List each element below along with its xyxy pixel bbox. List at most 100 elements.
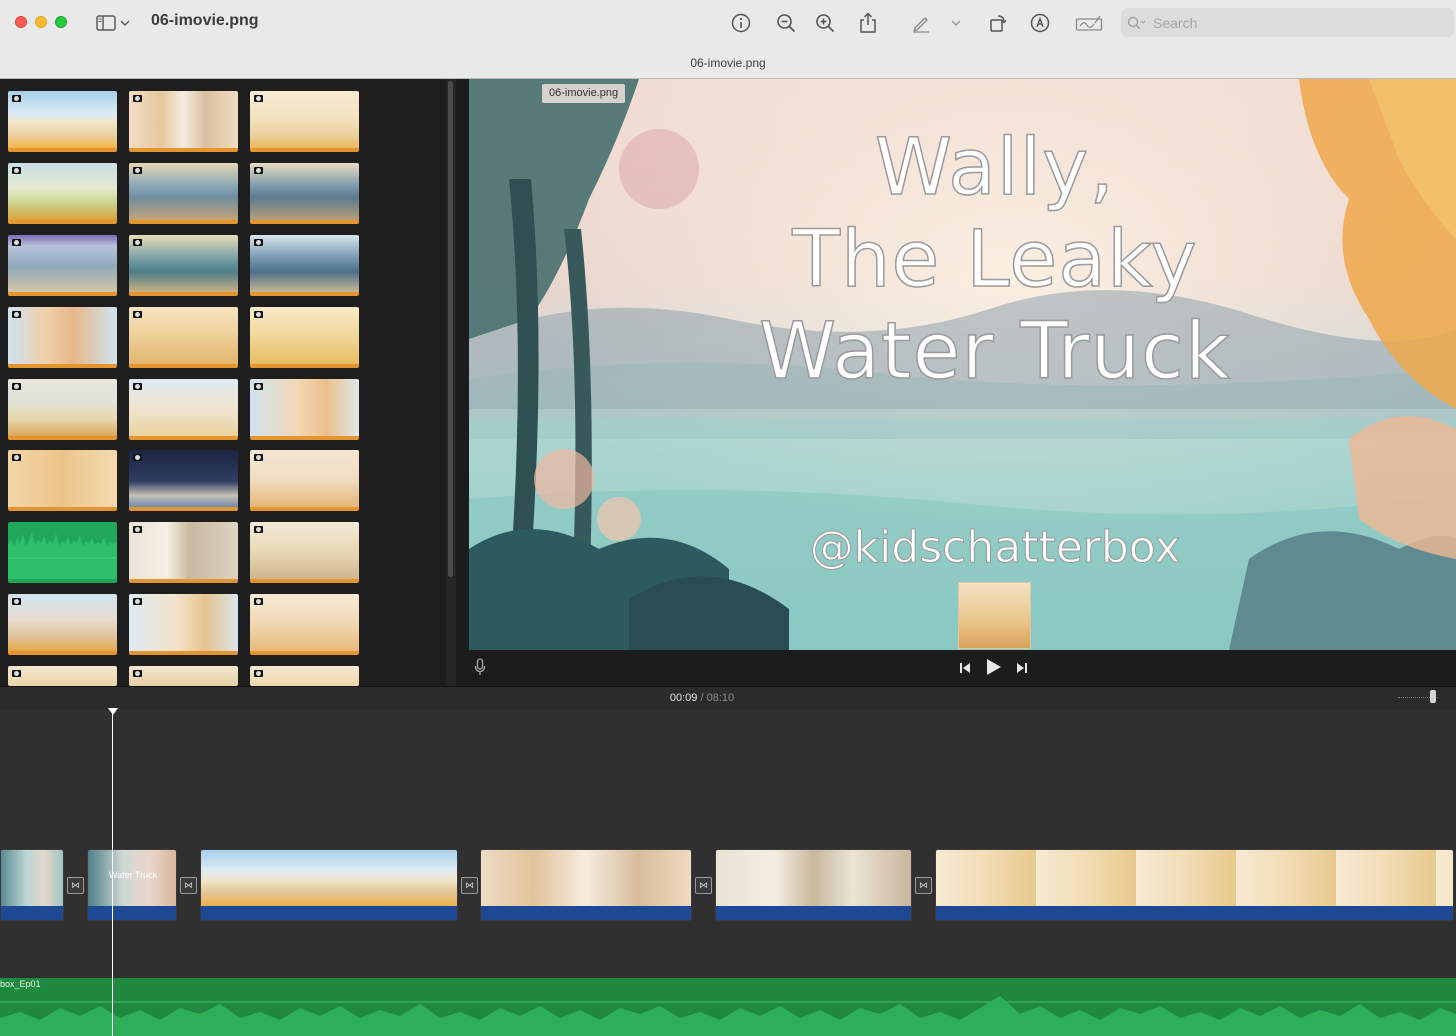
skip-back-button[interactable] bbox=[959, 661, 971, 679]
camera-icon bbox=[12, 239, 21, 246]
playhead[interactable] bbox=[112, 710, 113, 1036]
camera-icon bbox=[133, 167, 142, 174]
media-clip[interactable] bbox=[250, 594, 359, 655]
close-window-button[interactable] bbox=[15, 16, 27, 28]
media-clip[interactable] bbox=[129, 594, 238, 655]
play-button[interactable] bbox=[986, 658, 1002, 681]
play-icon bbox=[987, 659, 1001, 675]
transition-button[interactable]: ⋈ bbox=[695, 877, 712, 894]
title-line-2: The Leaky bbox=[792, 214, 1198, 306]
zoom-out-button[interactable] bbox=[773, 10, 799, 36]
media-clip[interactable] bbox=[129, 91, 238, 152]
sidebar-toggle-icon bbox=[96, 15, 116, 31]
timeline-clip[interactable] bbox=[715, 849, 912, 921]
media-clip[interactable] bbox=[8, 163, 117, 224]
markup-button[interactable] bbox=[908, 10, 934, 36]
media-clip[interactable] bbox=[8, 91, 117, 152]
media-clip[interactable] bbox=[8, 379, 117, 440]
camera-icon bbox=[254, 311, 263, 318]
media-clip[interactable] bbox=[129, 666, 238, 686]
camera-icon bbox=[133, 670, 142, 677]
camera-icon bbox=[133, 454, 142, 461]
zoom-window-button[interactable] bbox=[55, 16, 67, 28]
camera-icon bbox=[12, 383, 21, 390]
zoom-in-icon bbox=[816, 14, 835, 33]
camera-icon bbox=[254, 167, 263, 174]
zoom-in-button[interactable] bbox=[812, 10, 838, 36]
skip-forward-button[interactable] bbox=[1016, 661, 1028, 679]
media-clip[interactable] bbox=[250, 666, 359, 686]
camera-icon bbox=[133, 383, 142, 390]
info-button[interactable] bbox=[728, 10, 754, 36]
camera-icon bbox=[12, 95, 21, 102]
timeline-clip[interactable] bbox=[935, 849, 1454, 921]
zoom-out-icon bbox=[777, 14, 796, 33]
skip-forward-icon bbox=[1017, 663, 1027, 673]
media-clip[interactable] bbox=[8, 450, 117, 511]
camera-icon bbox=[254, 670, 263, 677]
browser-scrollbar-thumb[interactable] bbox=[448, 81, 453, 577]
sign-button[interactable] bbox=[1074, 10, 1104, 36]
camera-icon bbox=[12, 311, 21, 318]
media-clip[interactable] bbox=[250, 91, 359, 152]
rotate-button[interactable] bbox=[985, 10, 1011, 36]
voiceover-button[interactable] bbox=[474, 658, 486, 681]
transition-button[interactable]: ⋈ bbox=[915, 877, 932, 894]
media-clip[interactable] bbox=[8, 307, 117, 368]
media-clip[interactable] bbox=[129, 235, 238, 296]
audio-track[interactable] bbox=[0, 978, 1456, 1036]
title-line-3: Water Truck bbox=[758, 306, 1232, 398]
minimize-window-button[interactable] bbox=[35, 16, 47, 28]
media-clip[interactable] bbox=[250, 522, 359, 583]
media-clip[interactable] bbox=[250, 163, 359, 224]
markup-pen-icon bbox=[913, 17, 929, 33]
media-clip[interactable] bbox=[129, 450, 238, 511]
transition-button[interactable]: ⋈ bbox=[67, 877, 84, 894]
camera-icon bbox=[254, 598, 263, 605]
media-clip[interactable] bbox=[8, 594, 117, 655]
search-icon bbox=[1127, 16, 1146, 29]
media-clip[interactable] bbox=[129, 307, 238, 368]
info-icon bbox=[731, 13, 751, 33]
media-clip[interactable] bbox=[8, 235, 117, 296]
sidebar-toggle-button[interactable] bbox=[96, 12, 140, 34]
media-clip[interactable] bbox=[8, 666, 117, 686]
media-clip[interactable] bbox=[129, 522, 238, 583]
rotate-icon bbox=[990, 15, 1007, 32]
media-clip[interactable] bbox=[129, 379, 238, 440]
playhead-handle[interactable] bbox=[108, 708, 118, 715]
chevron-down-icon bbox=[951, 20, 961, 26]
transition-button[interactable]: ⋈ bbox=[461, 877, 478, 894]
sign-icon bbox=[1075, 15, 1103, 31]
media-clip[interactable] bbox=[250, 379, 359, 440]
media-clip-audio[interactable] bbox=[8, 522, 117, 583]
media-clip[interactable] bbox=[129, 163, 238, 224]
audio-waveform bbox=[0, 996, 1456, 1036]
markup-menu-button[interactable] bbox=[946, 10, 966, 36]
timeline-clip[interactable] bbox=[200, 849, 458, 921]
media-clip[interactable] bbox=[250, 307, 359, 368]
timeline-clip-title[interactable] bbox=[87, 849, 177, 921]
camera-icon bbox=[133, 95, 142, 102]
annotate-button[interactable] bbox=[1027, 10, 1053, 36]
zoom-slider-knob[interactable] bbox=[1430, 690, 1436, 703]
clip-title-overlay: Water Truck bbox=[108, 870, 158, 880]
timeline-clip[interactable] bbox=[480, 849, 692, 921]
camera-icon bbox=[12, 598, 21, 605]
waveform-icon bbox=[8, 532, 117, 579]
viewer-title-text: Wally, The Leaky Water Truck bbox=[700, 122, 1290, 398]
share-button[interactable] bbox=[855, 10, 881, 36]
annotate-icon bbox=[1030, 13, 1050, 33]
timeline-zoom-slider[interactable] bbox=[1398, 690, 1438, 703]
browser-scrollbar[interactable] bbox=[446, 79, 456, 686]
media-clip[interactable] bbox=[250, 235, 359, 296]
viewer-filename-badge: 06-imovie.png bbox=[542, 84, 626, 103]
microphone-icon bbox=[474, 658, 486, 675]
transition-button[interactable]: ⋈ bbox=[180, 877, 197, 894]
share-icon bbox=[860, 12, 876, 33]
timeline-clip[interactable] bbox=[0, 849, 64, 921]
media-clip[interactable] bbox=[250, 450, 359, 511]
search-placeholder: Search bbox=[1153, 14, 1198, 31]
title-line-1: Wally, bbox=[874, 122, 1116, 214]
search-field[interactable]: Search bbox=[1121, 8, 1454, 37]
